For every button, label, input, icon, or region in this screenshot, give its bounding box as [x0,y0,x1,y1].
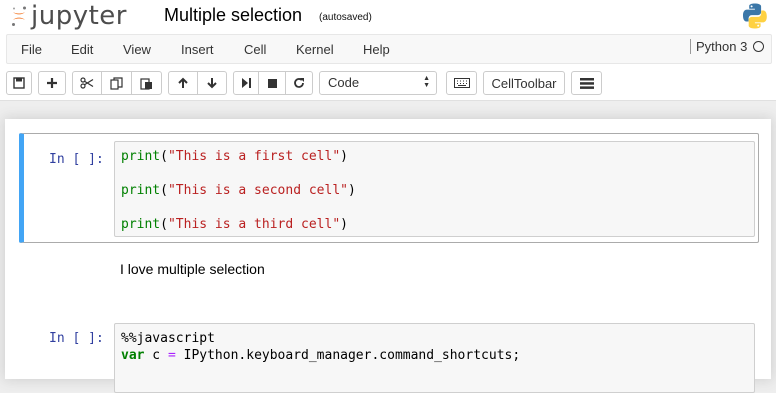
code-line: print("This is a first cell") [121,149,348,164]
arrow-up-icon [178,77,188,88]
code-string: "This is a first cell" [167,149,341,164]
step-forward-icon [242,78,251,88]
restart-button[interactable] [285,71,313,95]
code-cell[interactable]: In [ ]: %%javascript var c = IPython.key… [19,319,759,393]
code-paren: ( [160,149,168,164]
code-function: print [121,217,161,232]
code-paren: ) [340,217,348,232]
insert-cell-button[interactable] [38,71,66,95]
select-arrows-icon: ▲ ▼ [423,75,430,89]
cell-type-select[interactable]: Code ▲ ▼ [319,71,437,95]
arrow-down-icon [207,78,217,89]
menu-view[interactable]: View [123,42,151,57]
code-function: print [121,149,161,164]
code-line: print("This is a third cell") [121,217,348,232]
copy-icon [110,76,123,90]
save-button[interactable] [6,71,32,95]
cell-type-value: Code [328,75,360,90]
code-paren: ( [160,217,168,232]
menu-insert[interactable]: Insert [181,42,214,57]
code-string: "This is a third cell" [167,217,341,232]
code-string: "This is a second cell" [167,183,348,198]
markdown-cell-text[interactable]: I love multiple selection [120,261,265,277]
code-input-area[interactable]: %%javascript var c = IPython.keyboard_ma… [114,323,755,393]
command-palette-button[interactable] [446,71,477,95]
interrupt-button[interactable] [258,71,286,95]
save-icon [13,77,25,89]
move-up-button[interactable] [168,71,198,95]
refresh-icon [294,78,304,88]
code-paren: ( [160,183,168,198]
code-input-area[interactable]: print("This is a first cell") print("Thi… [114,141,755,237]
jupyter-logo[interactable]: jupyter [11,1,127,31]
keyboard-icon [453,78,470,88]
jupyter-logo-icon [12,6,26,26]
code-operator: = [167,348,176,363]
code-paren: ) [347,183,356,198]
code-expression: IPython.keyboard_manager.command_shortcu… [175,348,521,363]
menu-cell[interactable]: Cell [244,42,266,57]
code-line: var c = IPython.keyboard_manager.command… [121,348,520,363]
notebook-container: In [ ]: print("This is a first cell") pr… [5,119,771,393]
menu-help[interactable]: Help [363,42,390,57]
menu-kernel[interactable]: Kernel [296,42,334,57]
autosave-status: (autosaved) [319,12,372,23]
code-magic: %%javascript [121,331,215,346]
notebook-title[interactable]: Multiple selection [164,5,302,26]
code-line: %%javascript [121,331,215,346]
kernel-name[interactable]: Python 3 [690,39,747,54]
code-cell-selected[interactable]: In [ ]: print("This is a first cell") pr… [19,133,759,243]
code-function: print [121,183,161,198]
code-keyword: var [121,348,145,363]
code-variable: c [144,348,168,363]
cut-button[interactable] [72,71,102,95]
code-line: print("This is a second cell") [121,183,356,198]
list-icon [579,77,594,89]
stop-icon [267,78,277,88]
toc-button[interactable] [571,71,602,95]
menu-edit[interactable]: Edit [71,42,93,57]
paste-icon [140,77,152,90]
copy-button[interactable] [101,71,132,95]
menubar: File Edit View Insert Cell Kernel Help P… [0,32,776,67]
menu-file[interactable]: File [21,42,42,57]
input-prompt: In [ ]: [49,331,104,346]
header: jupyter Multiple selection (autosaved) [0,0,776,32]
plus-icon [47,78,57,88]
celltoolbar-button[interactable]: CellToolbar [483,71,565,95]
kernel-idle-indicator-icon [753,41,764,52]
paste-button[interactable] [131,71,162,95]
move-down-button[interactable] [197,71,227,95]
menubar-container: File Edit View Insert Cell Kernel Help [6,34,772,64]
run-button[interactable] [233,71,259,95]
cut-icon [80,77,94,89]
toolbar: Code ▲ ▼ CellToolbar [0,66,776,101]
input-prompt: In [ ]: [49,152,104,167]
python-logo-icon [741,2,769,35]
code-paren: ) [340,149,348,164]
logo-text: jupyter [31,1,127,31]
